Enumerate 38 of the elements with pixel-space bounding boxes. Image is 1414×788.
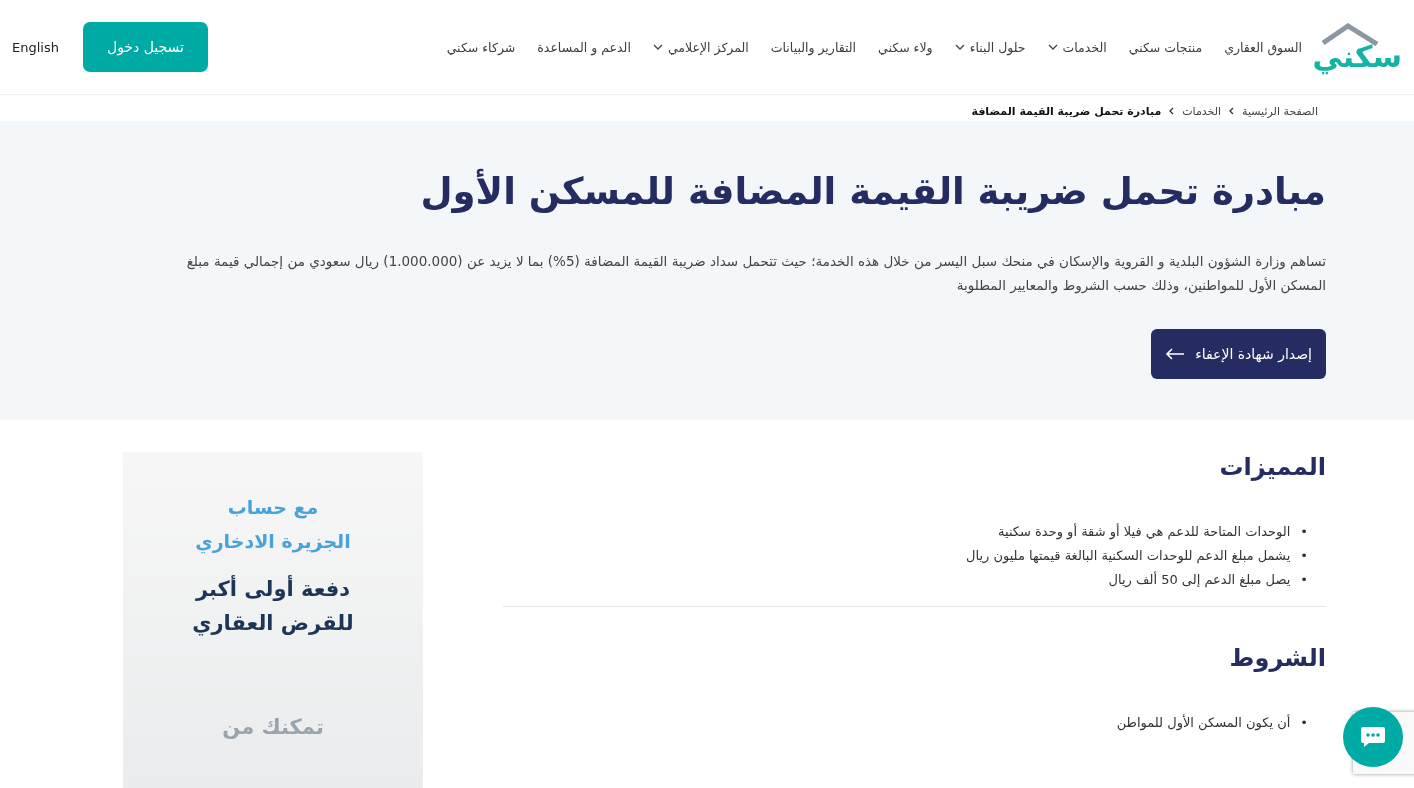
nav-link[interactable]: السوق العقاري bbox=[1224, 39, 1302, 55]
roof-icon bbox=[1320, 22, 1380, 46]
breadcrumb-link[interactable]: الصفحة الرئيسية bbox=[1242, 104, 1318, 118]
nav-link[interactable]: حلول البناء bbox=[954, 39, 1026, 55]
bullet-marker: • bbox=[1300, 571, 1308, 589]
nav-link[interactable]: شركاء سكني bbox=[446, 39, 516, 55]
nav-link[interactable]: التقارير والبيانات bbox=[770, 39, 857, 55]
list-item: يصل مبلغ الدعم إلى 50 ألف ريال bbox=[1108, 570, 1291, 590]
bullet-marker: • bbox=[1300, 547, 1308, 565]
chat-button[interactable] bbox=[1343, 707, 1403, 767]
list-item: الوحدات المتاحة للدعم هي فيلا أو شقة أو وحدة سكنية bbox=[998, 522, 1291, 542]
language-link[interactable]: English bbox=[12, 39, 59, 55]
banner-text: دفعة أولى أكبر bbox=[195, 574, 351, 603]
page-title: مبادرة تحمل ضريبة القيمة المضافة للمسكن الأول bbox=[419, 167, 1326, 215]
nav-link[interactable]: الخدمات bbox=[1047, 39, 1107, 55]
ad-banner[interactable]: مع حساب الجزيرة الادخاري دفعة أولى أكبر للقرض العقاري تمكنك من bbox=[123, 452, 423, 788]
arrow-left-icon bbox=[1165, 348, 1186, 360]
list-item: أن يكون المسكن الأول للمواطن bbox=[1116, 713, 1291, 733]
nav-link[interactable]: المركز الإعلامي bbox=[652, 39, 749, 55]
issue-certificate-button[interactable]: إصدار شهادة الإعفاء bbox=[1151, 329, 1326, 379]
chevron-left-icon bbox=[1229, 107, 1235, 115]
nav-link[interactable]: الدعم و المساعدة bbox=[537, 39, 631, 55]
bullet-marker: • bbox=[1300, 523, 1308, 541]
nav-link[interactable]: ولاء سكني bbox=[878, 39, 933, 55]
list-item: يشمل مبلغ الدعم للوحدات السكنية البالغة قيمتها مليون ريال bbox=[965, 547, 1291, 566]
breadcrumb-link[interactable]: الخدمات bbox=[1182, 104, 1222, 118]
banner-text: تمكنك من bbox=[222, 714, 324, 741]
breadcrumb-link[interactable]: مبادرة تحمل ضريبة القيمة المضافة bbox=[971, 104, 1162, 118]
banner-text: مع حساب bbox=[227, 495, 319, 521]
banner-text: الجزيرة الادخاري bbox=[195, 529, 351, 556]
section-heading: الشروط bbox=[1228, 643, 1326, 673]
section-heading: المميزات bbox=[1218, 452, 1326, 482]
banner-text: للقرض العقاري bbox=[192, 610, 354, 638]
chevron-left-icon bbox=[1169, 107, 1175, 115]
chat-icon bbox=[1360, 726, 1386, 748]
description-text: تساهم وزارة الشؤون البلدية و القروية والإسكان في منحك سبل اليسر من خلال هذه الخدمة؛ حيث تتحمل سداد ضريبة القيمة المضافة (5%) بما لا يزيد عن (1.000.000) ريال سعودي من إجمالي قيمة مبلغ المسكن الأول للمواطنين، وذلك حسب الشروط والمعايير المطلوبة bbox=[185, 252, 1326, 296]
nav-link[interactable]: منتجات سكني bbox=[1128, 39, 1203, 55]
bullet-marker: • bbox=[1300, 714, 1308, 732]
